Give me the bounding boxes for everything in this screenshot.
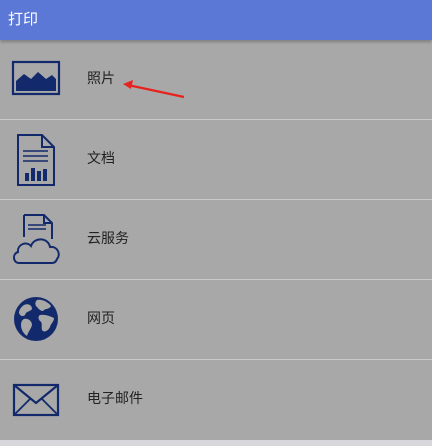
list-item-label: 云服务 (87, 231, 129, 247)
list-item-label: 电子邮件 (87, 391, 143, 407)
cloud-service-icon (10, 209, 62, 269)
list-item-document[interactable]: 文档 (0, 120, 432, 200)
photo-icon (10, 49, 62, 109)
app-header: 打印 (0, 0, 432, 40)
list-item-label: 照片 (87, 71, 115, 87)
page-title: 打印 (8, 10, 39, 28)
print-source-list: 照片 文档 云服务 网页 电子邮件 (0, 40, 432, 439)
list-item-cloud-service[interactable]: 云服务 (0, 200, 432, 280)
list-item-photo[interactable]: 照片 (0, 40, 432, 120)
globe-icon (10, 289, 62, 349)
list-item-label: 网页 (87, 311, 115, 327)
list-item-email[interactable]: 电子邮件 (0, 360, 432, 439)
document-icon (10, 129, 62, 189)
list-item-webpage[interactable]: 网页 (0, 280, 432, 360)
bottom-edge (0, 440, 432, 446)
list-item-label: 文档 (87, 151, 115, 167)
email-icon (10, 369, 62, 429)
